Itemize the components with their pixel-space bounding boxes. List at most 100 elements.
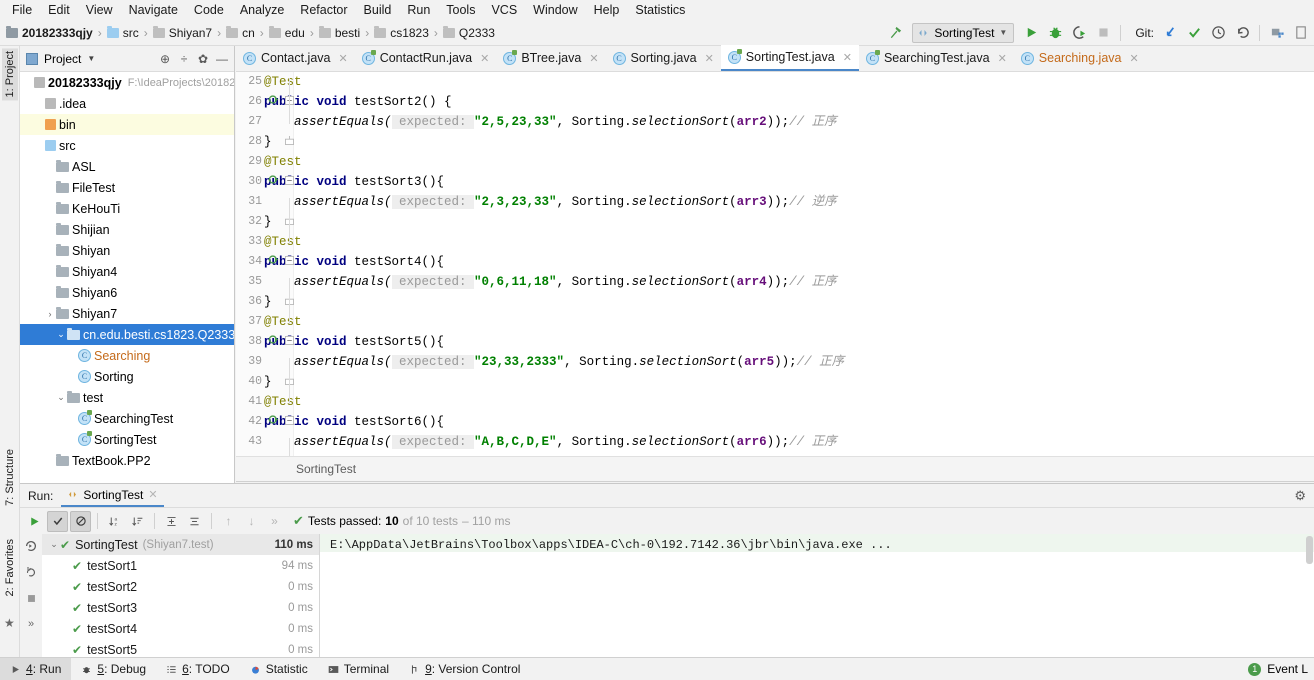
more-icon[interactable]: »	[264, 511, 285, 532]
fold-close-icon[interactable]	[283, 136, 295, 147]
run-tab-sortingtest[interactable]: SortingTest ✕	[61, 485, 164, 507]
breadcrumb-item-shiyan7[interactable]: Shiyan7	[152, 25, 212, 40]
chevron-down-icon[interactable]: ⌄	[48, 539, 60, 550]
status-bar-item-statistic[interactable]: Statistic	[240, 658, 318, 680]
code-line[interactable]: 40}	[236, 372, 1314, 392]
collapse-all-icon[interactable]	[184, 511, 205, 532]
history-icon[interactable]	[1207, 22, 1229, 44]
search-icon[interactable]	[1290, 22, 1312, 44]
close-icon[interactable]: ✕	[480, 52, 489, 65]
breadcrumb-item-cn[interactable]: cn	[226, 25, 255, 40]
code-line[interactable]: 25 @Test	[236, 72, 1314, 92]
menu-item-edit[interactable]: Edit	[40, 0, 78, 20]
fold-open-icon[interactable]	[283, 416, 295, 427]
tree-item-shiyan6[interactable]: Shiyan6	[20, 282, 234, 303]
rerun-icon[interactable]	[22, 537, 40, 555]
tree-item-test[interactable]: ⌄ test	[20, 387, 234, 408]
code-line[interactable]: 41 @Test	[236, 392, 1314, 412]
hammer-icon[interactable]	[884, 22, 906, 44]
menu-item-statistics[interactable]: Statistics	[627, 0, 693, 20]
chevron-down-icon[interactable]: ⌄	[55, 329, 67, 340]
status-bar-item-9-version-control[interactable]: 9: Version Control	[399, 658, 530, 680]
sidebar-item-favorites[interactable]: 2: Favorites	[2, 536, 18, 599]
code-line[interactable]: 35 assertEquals( expected: "0,6,11,18", S…	[236, 272, 1314, 292]
code-line[interactable]: 38 public void testSort5(){	[236, 332, 1314, 352]
tree-item-shiyan[interactable]: Shiyan	[20, 240, 234, 261]
run-test-gutter-icon[interactable]	[266, 414, 280, 428]
test-row-sortingtest[interactable]: ⌄ ✔ SortingTest (Shiyan7.test) 110 ms	[42, 534, 319, 555]
code-line[interactable]: 26 public void testSort2() {	[236, 92, 1314, 112]
tree-item-textbook-pp2[interactable]: TextBook.PP2	[20, 450, 234, 471]
test-results-tree[interactable]: ⌄ ✔ SortingTest (Shiyan7.test) 110 ms ✔ testSo…	[42, 534, 320, 657]
status-bar-item-5-debug[interactable]: 5: Debug	[71, 658, 156, 680]
rerun-failed-icon[interactable]: ↻	[22, 563, 40, 581]
status-bar-item-4-run[interactable]: 4: Run	[0, 657, 72, 680]
run-test-gutter-icon[interactable]	[266, 174, 280, 188]
tree-item-bin[interactable]: bin	[20, 114, 234, 135]
run-test-gutter-icon[interactable]	[266, 254, 280, 268]
code-line[interactable]: 36}	[236, 292, 1314, 312]
tree-item-searching[interactable]: C Searching	[20, 345, 234, 366]
sort-by-duration-icon[interactable]	[127, 511, 148, 532]
code-line[interactable]: 29 @Test	[236, 152, 1314, 172]
fold-open-icon[interactable]	[283, 256, 295, 267]
breadcrumb-item-edu[interactable]: edu	[268, 25, 305, 40]
code-line[interactable]: 43 assertEquals( expected: "A,B,C,D,E", S…	[236, 432, 1314, 452]
menu-item-analyze[interactable]: Analyze	[232, 0, 292, 20]
menu-item-build[interactable]: Build	[356, 0, 400, 20]
code-line[interactable]: 30 public void testSort3(){	[236, 172, 1314, 192]
editor-tab-contact-java[interactable]: C Contact.java ✕	[236, 45, 355, 71]
chevron-down-icon[interactable]: ▼	[999, 28, 1007, 37]
breadcrumb-item-besti[interactable]: besti	[318, 25, 360, 40]
debug-icon[interactable]	[1044, 22, 1066, 44]
breadcrumb-item-q2333[interactable]: Q2333	[442, 25, 495, 40]
run-test-gutter-icon[interactable]	[266, 334, 280, 348]
tree-item-sortingtest[interactable]: C SortingTest	[20, 429, 234, 450]
stop-icon[interactable]	[22, 589, 40, 607]
code-line[interactable]: 39 assertEquals( expected: "23,33,2333", …	[236, 352, 1314, 372]
close-icon[interactable]: ✕	[998, 52, 1007, 65]
code-line[interactable]: 37 @Test	[236, 312, 1314, 332]
collapse-all-icon[interactable]: ⊕	[157, 51, 173, 67]
event-log-badge[interactable]: 1	[1248, 662, 1262, 676]
show-ignored-icon[interactable]	[70, 510, 91, 532]
tree-item-shijian[interactable]: Shijian	[20, 219, 234, 240]
editor-tab-contactrun-java[interactable]: C ContactRun.java ✕	[355, 45, 497, 71]
gear-icon[interactable]: ✿	[195, 51, 211, 67]
more-icon[interactable]: »	[22, 615, 40, 633]
fold-open-icon[interactable]	[283, 176, 295, 187]
project-tree[interactable]: 20182333qjy F:\IdeaProjects\20182333 .idea…	[20, 72, 234, 483]
tree-item-20182333qjy[interactable]: 20182333qjy F:\IdeaProjects\20182333	[20, 72, 234, 93]
run-configuration-selector[interactable]: SortingTest ▼	[912, 22, 1015, 43]
run-icon[interactable]	[1020, 22, 1042, 44]
rerun-icon[interactable]	[24, 511, 45, 532]
menu-item-help[interactable]: Help	[586, 0, 628, 20]
tree-item-kehouti[interactable]: KeHouTi	[20, 198, 234, 219]
sort-alphabetically-icon[interactable]: az	[104, 511, 125, 532]
breadcrumb[interactable]: 20182333qjy › src › Shiyan7 › cn › edu › besti › cs1…	[0, 25, 495, 40]
commit-icon[interactable]	[1183, 22, 1205, 44]
editor-tab-searchingtest-java[interactable]: C SearchingTest.java ✕	[859, 45, 1014, 71]
breadcrumb-item-cs1823[interactable]: cs1823	[374, 25, 429, 40]
tree-item-shiyan7[interactable]: › Shiyan7	[20, 303, 234, 324]
code-line[interactable]: 42 public void testSort6(){	[236, 412, 1314, 432]
close-icon[interactable]: ✕	[705, 52, 714, 65]
menu-item-code[interactable]: Code	[186, 0, 232, 20]
run-with-coverage-icon[interactable]	[1068, 22, 1090, 44]
close-icon[interactable]: ✕	[1129, 52, 1138, 65]
hide-icon[interactable]: —	[214, 51, 230, 67]
status-bar-item-6-todo[interactable]: 6: TODO	[156, 658, 240, 680]
status-bar-item-terminal[interactable]: Terminal	[318, 658, 399, 680]
event-log-label[interactable]: Event L	[1267, 662, 1308, 676]
next-failed-icon[interactable]: ↓	[241, 511, 262, 532]
editor-tab-btree-java[interactable]: C BTree.java ✕	[496, 45, 605, 71]
chevron-down-icon[interactable]: ▼	[87, 54, 95, 63]
editor-tab-sortingtest-java[interactable]: C SortingTest.java ✕	[720, 45, 859, 71]
code-line[interactable]: 27 assertEquals( expected: "2,5,23,33", S…	[236, 112, 1314, 132]
tree-item-searchingtest[interactable]: C SearchingTest	[20, 408, 234, 429]
menu-item-refactor[interactable]: Refactor	[292, 0, 355, 20]
rollback-icon[interactable]	[1231, 22, 1253, 44]
breadcrumb-item-20182333qjy[interactable]: 20182333qjy	[6, 25, 93, 40]
menu-item-run[interactable]: Run	[399, 0, 438, 20]
menu-item-vcs[interactable]: VCS	[483, 0, 525, 20]
